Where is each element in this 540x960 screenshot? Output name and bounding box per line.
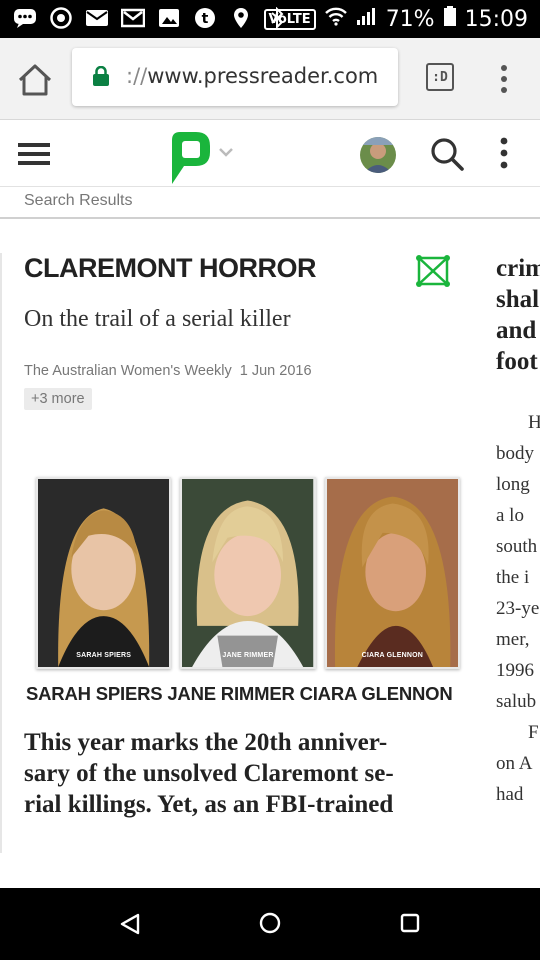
article-viewer: CLAREMONT HORROR On the trail of a seria… <box>0 219 540 889</box>
hamburger-menu-icon[interactable] <box>18 139 50 169</box>
photo-sarah-spiers[interactable]: SARAH SPIERS <box>36 477 172 669</box>
more-editions-badge[interactable]: +3 more <box>24 388 92 410</box>
home-circle-icon[interactable] <box>259 912 281 934</box>
gmail-icon <box>120 6 146 30</box>
body-fragment: a lo <box>496 505 524 526</box>
system-indicators: VoLTE 71% 15:09 <box>263 5 528 33</box>
home-icon[interactable] <box>14 60 56 100</box>
search-icon[interactable] <box>428 135 466 173</box>
body-fragment: mer, <box>496 629 530 650</box>
tumblr-icon: t <box>192 6 218 30</box>
photo-strip: SARAH SPIERS JANE RIMMER CIARA GLENNON <box>36 477 460 673</box>
battery-percent: 71% <box>385 6 435 32</box>
battery-icon <box>443 5 457 33</box>
next-column-headline: crim shal and foot <box>496 253 540 377</box>
volte-indicator: VoLTE <box>263 8 316 30</box>
body-fragment: salub <box>496 691 537 712</box>
article-subhead: On the trail of a serial killer <box>24 306 291 332</box>
photo-ciara-glennon[interactable]: CIARA GLENNON <box>324 477 460 669</box>
tab-switcher-button[interactable]: :D <box>426 63 454 91</box>
more-options-icon[interactable] <box>494 135 514 171</box>
pressreader-logo[interactable] <box>164 128 236 188</box>
body-fragment: the i <box>496 567 530 588</box>
body-fragment: on A <box>496 753 533 774</box>
chrome-icon <box>48 6 74 30</box>
body-fragment: long <box>496 474 530 495</box>
headline-fragment: shal <box>496 286 540 313</box>
body-fragment: 1996 <box>496 660 534 681</box>
publication-date: 1 Jun 2016 <box>239 363 312 379</box>
svg-text:t: t <box>202 11 209 27</box>
body-fragment: south <box>496 536 538 557</box>
bookmark-icon[interactable] <box>416 255 450 287</box>
app-bar <box>0 121 540 187</box>
photo-caption: SARAH SPIERS <box>76 652 132 659</box>
publication-name[interactable]: The Australian Women's Weekly <box>24 363 232 379</box>
photo-jane-rimmer[interactable]: JANE RIMMER <box>180 477 316 669</box>
body-fragment: body <box>496 443 534 464</box>
lock-icon <box>92 65 110 91</box>
photo-caption: JANE RIMMER <box>222 652 274 659</box>
browser-menu-icon[interactable] <box>494 62 514 96</box>
chat-bubble-icon <box>12 6 38 30</box>
browser-toolbar: ://www.pressreader.com :D <box>0 38 540 120</box>
article-meta: The Australian Women's Weekly 1 Jun 2016 <box>24 363 456 379</box>
headline-fragment: crim <box>496 255 540 282</box>
column-divider <box>0 253 2 853</box>
body-fragment: had <box>496 784 524 805</box>
lead-line: rial killings. Yet, as an FBI-trained <box>24 791 394 818</box>
back-icon[interactable] <box>118 912 142 936</box>
next-column-body: H body long a lo south the i 23-ye mer, … <box>496 407 540 810</box>
body-fragment: F <box>528 722 539 743</box>
url-host: www.pressreader.com <box>147 64 379 88</box>
signal-icon <box>356 6 378 32</box>
photo-names-caption: SARAH SPIERS JANE RIMMER CIARA GLENNON <box>26 683 453 704</box>
system-nav-bar <box>0 888 540 960</box>
recent-apps-icon[interactable] <box>400 913 420 933</box>
article-headline: CLAREMONT HORROR <box>24 253 316 283</box>
headline-fragment: and <box>496 317 537 344</box>
avatar[interactable] <box>360 137 396 173</box>
notification-icons: t <box>12 6 290 30</box>
gallery-icon <box>156 6 182 30</box>
address-bar[interactable]: ://www.pressreader.com <box>72 48 398 106</box>
mail-icon <box>84 6 110 30</box>
location-icon <box>228 6 254 30</box>
photo-caption: CIARA GLENNON <box>361 652 424 659</box>
url-prefix: :// <box>126 64 148 88</box>
lead-line: This year marks the 20th anniver- <box>24 729 388 756</box>
body-fragment: H <box>528 412 540 433</box>
body-fragment: 23-ye <box>496 598 540 619</box>
status-bar: t VoLTE 71% 15:09 <box>0 0 540 38</box>
clock: 15:09 <box>464 6 528 32</box>
next-column[interactable]: crim shal and foot H body long a lo sout… <box>496 253 540 810</box>
url-text: ://www.pressreader.com <box>126 64 378 88</box>
headline-fragment: foot <box>496 348 538 375</box>
lead-line: sary of the unsolved Claremont se- <box>24 760 394 787</box>
wifi-icon <box>324 6 348 32</box>
results-header: Search Results <box>0 187 540 219</box>
article-lead: This year marks the 20th anniver- sary o… <box>24 727 456 820</box>
article-card[interactable]: CLAREMONT HORROR On the trail of a seria… <box>24 253 460 818</box>
search-results-label: Search Results <box>24 192 133 209</box>
